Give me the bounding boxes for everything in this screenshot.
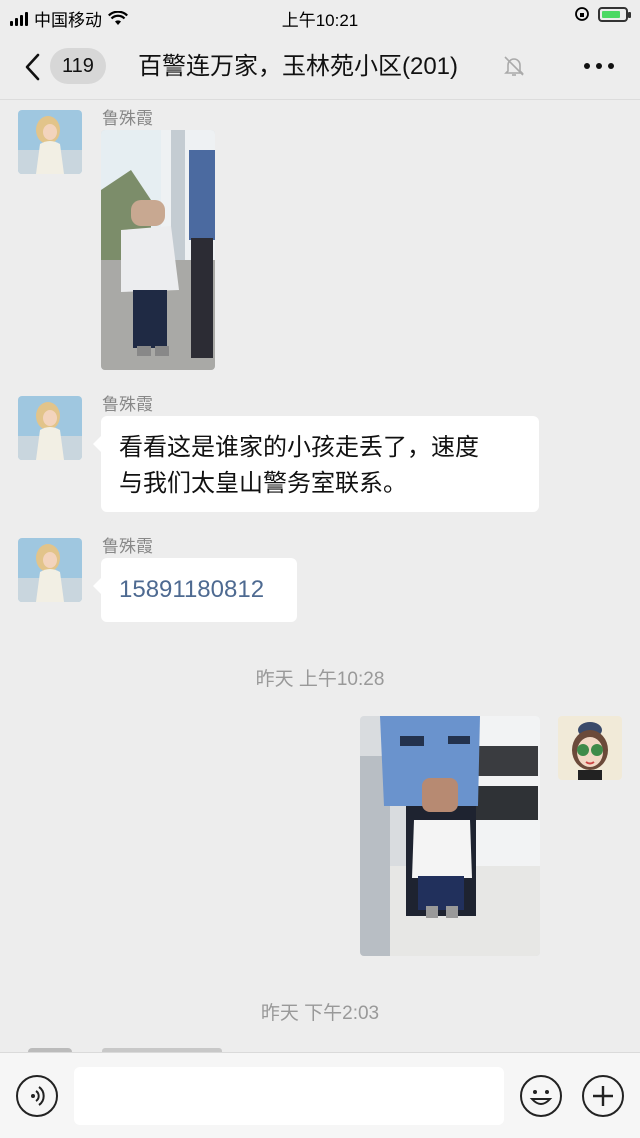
image-message[interactable] [101,130,215,370]
timestamp: 昨天 下午2:03 [260,1003,380,1024]
plus-icon[interactable] [582,1075,624,1117]
status-bar: 中国移动 上午10:21 [0,0,640,34]
chat-title: 百警连万家，玉林苑小区(201) [138,53,459,80]
my-avatar[interactable] [558,716,622,780]
text-message[interactable]: 15891180812 [93,558,297,622]
unread-count-badge[interactable]: 119 [50,48,106,84]
input-bar [0,1052,640,1138]
avatar[interactable] [18,396,82,460]
message-input[interactable] [74,1067,504,1125]
emoji-icon[interactable] [520,1075,562,1117]
battery-icon [598,6,631,22]
more-dots-icon[interactable] [584,58,614,74]
avatar[interactable] [18,110,82,174]
message-text-line: 与我们太皇山警务室联系。 [119,470,407,497]
image-message[interactable] [360,716,540,956]
text-message[interactable]: 看看这是谁家的小孩走丢了，速度 与我们太皇山警务室联系。 [93,416,539,512]
sender-name: 鲁殊霞 [102,395,153,414]
phone-number-link[interactable]: 15891180812 [119,576,264,603]
chevron-left-icon[interactable] [18,52,48,82]
rotation-lock-icon [575,7,589,21]
sender-name: 鲁殊霞 [102,109,153,128]
chat-header: 119 百警连万家，玉林苑小区(201) [0,34,640,100]
bell-off-icon [504,56,524,76]
clock: 上午10:21 [281,11,359,30]
sender-name: 鲁殊霞 [102,537,153,556]
timestamp: 昨天 上午10:28 [255,669,385,690]
avatar[interactable] [18,538,82,602]
message-text-line: 看看这是谁家的小孩走丢了，速度 [119,434,479,461]
voice-icon[interactable] [16,1075,58,1117]
